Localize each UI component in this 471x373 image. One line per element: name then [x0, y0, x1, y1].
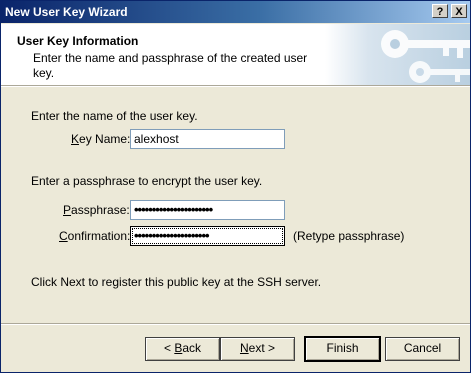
passphrase-instruction: Enter a passphrase to encrypt the user k… [31, 174, 263, 188]
next-label: ext > [248, 341, 276, 355]
next-button[interactable]: Next > [220, 337, 295, 361]
confirmation-input[interactable]: ••••••••••••••••••••• [130, 226, 285, 246]
key-name-label-text: ey Name: [79, 132, 131, 146]
passphrase-input[interactable]: •••••••••••••••••••••• [130, 200, 285, 220]
key-name-label: Key Name: [71, 132, 130, 146]
passphrase-label-text: assphrase: [71, 203, 130, 217]
finish-button[interactable]: Finish [305, 337, 380, 361]
cancel-button[interactable]: Cancel [385, 337, 460, 361]
confirmation-accel: C [59, 229, 68, 243]
register-info-text: Click Next to register this public key a… [31, 275, 322, 289]
keys-icon [381, 30, 470, 83]
close-button[interactable]: X [451, 4, 467, 18]
header-divider [1, 85, 470, 87]
passphrase-label: Passphrase: [63, 203, 130, 217]
name-instruction: Enter the name of the user key. [31, 109, 198, 123]
confirmation-label-text: onfirmation: [67, 229, 131, 243]
confirmation-label: Confirmation: [59, 229, 130, 243]
back-label: ack [182, 341, 202, 355]
wizard-window: New User Key Wizard ? X User Key Informa… [0, 0, 471, 373]
header-subtitle: Enter the name and passphrase of the cre… [33, 51, 308, 80]
help-button[interactable]: ? [432, 4, 448, 18]
keys-banner [325, 24, 470, 85]
window-title: New User Key Wizard [5, 5, 128, 19]
back-prefix: < [163, 341, 175, 355]
footer-divider [1, 323, 470, 325]
wizard-header: User Key Information Enter the name and … [1, 24, 470, 85]
key-name-input[interactable]: alexhost [130, 129, 285, 149]
title-bar[interactable]: New User Key Wizard ? X [1, 1, 470, 23]
passphrase-accel: P [63, 203, 72, 217]
retype-hint: (Retype passphrase) [293, 229, 405, 243]
back-button[interactable]: < Back [145, 337, 220, 361]
key-name-accel: K [71, 132, 80, 146]
next-accel: N [239, 341, 249, 355]
header-title: User Key Information [17, 34, 139, 48]
